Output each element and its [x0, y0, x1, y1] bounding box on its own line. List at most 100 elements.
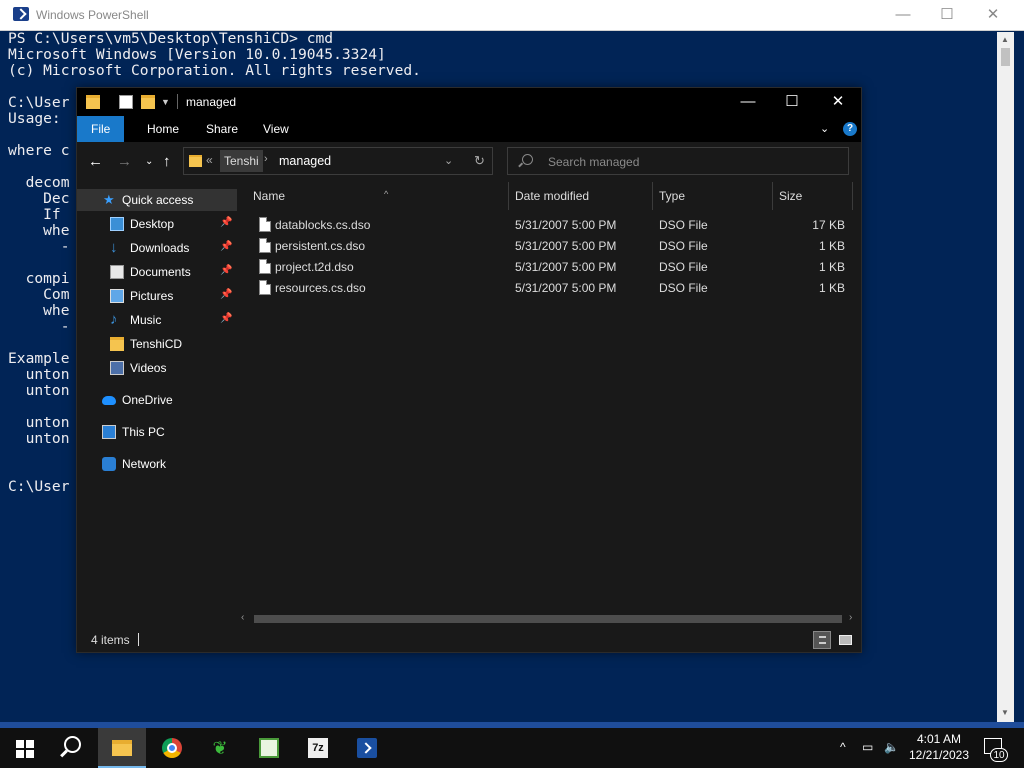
- file-list[interactable]: Name ^ Date modified Type Size datablock…: [237, 182, 861, 628]
- nav-desktop[interactable]: Desktop 📌: [77, 213, 237, 235]
- tab-home[interactable]: Home: [133, 116, 193, 142]
- column-type[interactable]: Type: [653, 182, 773, 210]
- nav-network[interactable]: Network: [77, 453, 237, 475]
- nav-videos[interactable]: Videos: [77, 357, 237, 379]
- taskbar-7zip[interactable]: 7z: [294, 728, 342, 768]
- file-name: persistent.cs.dso: [275, 239, 366, 253]
- customize-quick-access-icon[interactable]: ▼: [161, 97, 170, 107]
- breadcrumb-tenshi[interactable]: Tenshi: [220, 150, 263, 172]
- powershell-titlebar[interactable]: Windows PowerShell — ☐ ✕: [0, 0, 1024, 31]
- address-dropdown-icon[interactable]: ⌄: [444, 154, 453, 167]
- scroll-thumb[interactable]: [254, 615, 842, 623]
- nav-label: This PC: [122, 425, 165, 439]
- up-arrow-icon[interactable]: ↑: [163, 153, 171, 170]
- tab-view[interactable]: View: [249, 116, 303, 142]
- help-icon[interactable]: ?: [843, 122, 857, 136]
- column-label: Name: [253, 189, 286, 203]
- file-type: DSO File: [659, 218, 708, 232]
- table-row[interactable]: persistent.cs.dso 5/31/2007 5:00 PM DSO …: [237, 236, 861, 257]
- scroll-left-icon[interactable]: ‹: [241, 612, 244, 623]
- file-icon: [259, 280, 271, 295]
- chevron-right-icon[interactable]: ›: [264, 153, 268, 165]
- table-row[interactable]: resources.cs.dso 5/31/2007 5:00 PM DSO F…: [237, 278, 861, 299]
- maximize-button[interactable]: ☐: [769, 88, 815, 116]
- pin-icon[interactable]: 📌: [220, 217, 232, 228]
- pin-icon[interactable]: 📌: [220, 241, 232, 252]
- taskbar-powershell[interactable]: [343, 728, 391, 768]
- pictures-icon: [110, 289, 124, 303]
- clock-time[interactable]: 4:01 AM: [912, 732, 966, 746]
- videos-icon: [110, 361, 124, 375]
- nav-documents[interactable]: Documents 📌: [77, 261, 237, 283]
- start-button[interactable]: [0, 728, 48, 768]
- pin-icon[interactable]: 📌: [220, 265, 232, 276]
- tab-file[interactable]: File: [77, 116, 125, 142]
- item-count: 4 items: [91, 633, 130, 647]
- nav-downloads[interactable]: ↓ Downloads 📌: [77, 237, 237, 259]
- maximize-button[interactable]: ☐: [924, 2, 970, 28]
- pin-icon[interactable]: 📌: [220, 313, 232, 324]
- divider: [177, 94, 178, 109]
- minimize-button[interactable]: —: [725, 88, 771, 116]
- taskbar-notepad[interactable]: [245, 728, 293, 768]
- close-button[interactable]: ✕: [815, 88, 861, 116]
- column-size[interactable]: Size: [773, 182, 853, 210]
- table-row[interactable]: datablocks.cs.dso 5/31/2007 5:00 PM DSO …: [237, 215, 861, 236]
- breadcrumb-managed[interactable]: managed: [279, 154, 331, 168]
- column-date-modified[interactable]: Date modified: [509, 182, 653, 210]
- pin-icon[interactable]: 📌: [220, 289, 232, 300]
- notepad-icon: [259, 738, 279, 758]
- search-button[interactable]: [48, 728, 96, 768]
- file-date: 5/31/2007 5:00 PM: [515, 239, 617, 253]
- scroll-up-icon[interactable]: ▲: [1001, 35, 1009, 44]
- horizontal-scrollbar[interactable]: ‹ ›: [237, 610, 861, 627]
- nav-onedrive[interactable]: OneDrive: [77, 389, 237, 411]
- column-header-row: Name ^ Date modified Type Size: [237, 182, 861, 210]
- new-folder-icon[interactable]: [141, 95, 155, 109]
- tab-share[interactable]: Share: [192, 116, 252, 142]
- explorer-titlebar[interactable]: ▼ managed — ☐ ✕: [77, 88, 861, 116]
- column-name[interactable]: Name ^: [247, 182, 509, 210]
- properties-icon[interactable]: [119, 95, 133, 109]
- volume-muted-icon[interactable]: 🔈: [884, 740, 899, 754]
- nav-this-pc[interactable]: This PC: [77, 421, 237, 443]
- close-button[interactable]: ✕: [970, 2, 1016, 28]
- file-type: DSO File: [659, 281, 708, 295]
- chevron-up-icon[interactable]: ^: [840, 740, 846, 754]
- navigation-pane[interactable]: ★ Quick access Desktop 📌 ↓ Downloads 📌 D…: [77, 182, 237, 628]
- file-size: 1 KB: [818, 281, 845, 295]
- table-row[interactable]: project.t2d.dso 5/31/2007 5:00 PM DSO Fi…: [237, 257, 861, 278]
- ribbon-tabs: File Home Share View ⌄ ?: [77, 116, 861, 142]
- recent-locations-icon[interactable]: ⌄: [145, 156, 153, 167]
- minimize-button[interactable]: —: [880, 2, 926, 28]
- nav-tenshicd[interactable]: TenshiCD: [77, 333, 237, 355]
- scroll-thumb[interactable]: [1001, 48, 1010, 66]
- taskbar-dragon-app[interactable]: ❦: [196, 728, 244, 768]
- powershell-icon: [357, 738, 377, 758]
- folder-icon: [112, 740, 132, 756]
- address-bar[interactable]: « Tenshi › managed ⌄ ↻: [183, 147, 493, 175]
- nav-music[interactable]: ♪ Music 📌: [77, 309, 237, 331]
- nav-pictures[interactable]: Pictures 📌: [77, 285, 237, 307]
- taskbar-chrome[interactable]: [148, 728, 196, 768]
- large-icons-view-button[interactable]: [837, 631, 855, 649]
- expand-ribbon-icon[interactable]: ⌄: [820, 122, 829, 135]
- scroll-right-icon[interactable]: ›: [849, 612, 852, 623]
- clock-date[interactable]: 12/21/2023: [906, 748, 972, 762]
- network-icon[interactable]: ▭: [862, 740, 873, 754]
- windows-logo-icon: [16, 740, 34, 758]
- back-arrow-icon[interactable]: ←: [88, 153, 103, 170]
- address-overflow[interactable]: «: [206, 153, 213, 167]
- nav-quick-access[interactable]: ★ Quick access: [77, 189, 237, 211]
- forward-arrow-icon[interactable]: →: [117, 153, 132, 170]
- details-view-button[interactable]: [813, 631, 831, 649]
- vertical-scrollbar[interactable]: ▲ ▼: [997, 32, 1014, 722]
- explorer-window[interactable]: ▼ managed — ☐ ✕ File Home Share View ⌄ ?…: [76, 87, 862, 653]
- taskbar-file-explorer[interactable]: [98, 728, 146, 768]
- scroll-down-icon[interactable]: ▼: [1001, 708, 1009, 717]
- dragon-icon: ❦: [212, 738, 228, 758]
- network-icon: [102, 457, 116, 471]
- star-icon: ★: [103, 192, 115, 207]
- refresh-icon[interactable]: ↻: [474, 153, 485, 169]
- search-input[interactable]: Search managed: [507, 147, 849, 175]
